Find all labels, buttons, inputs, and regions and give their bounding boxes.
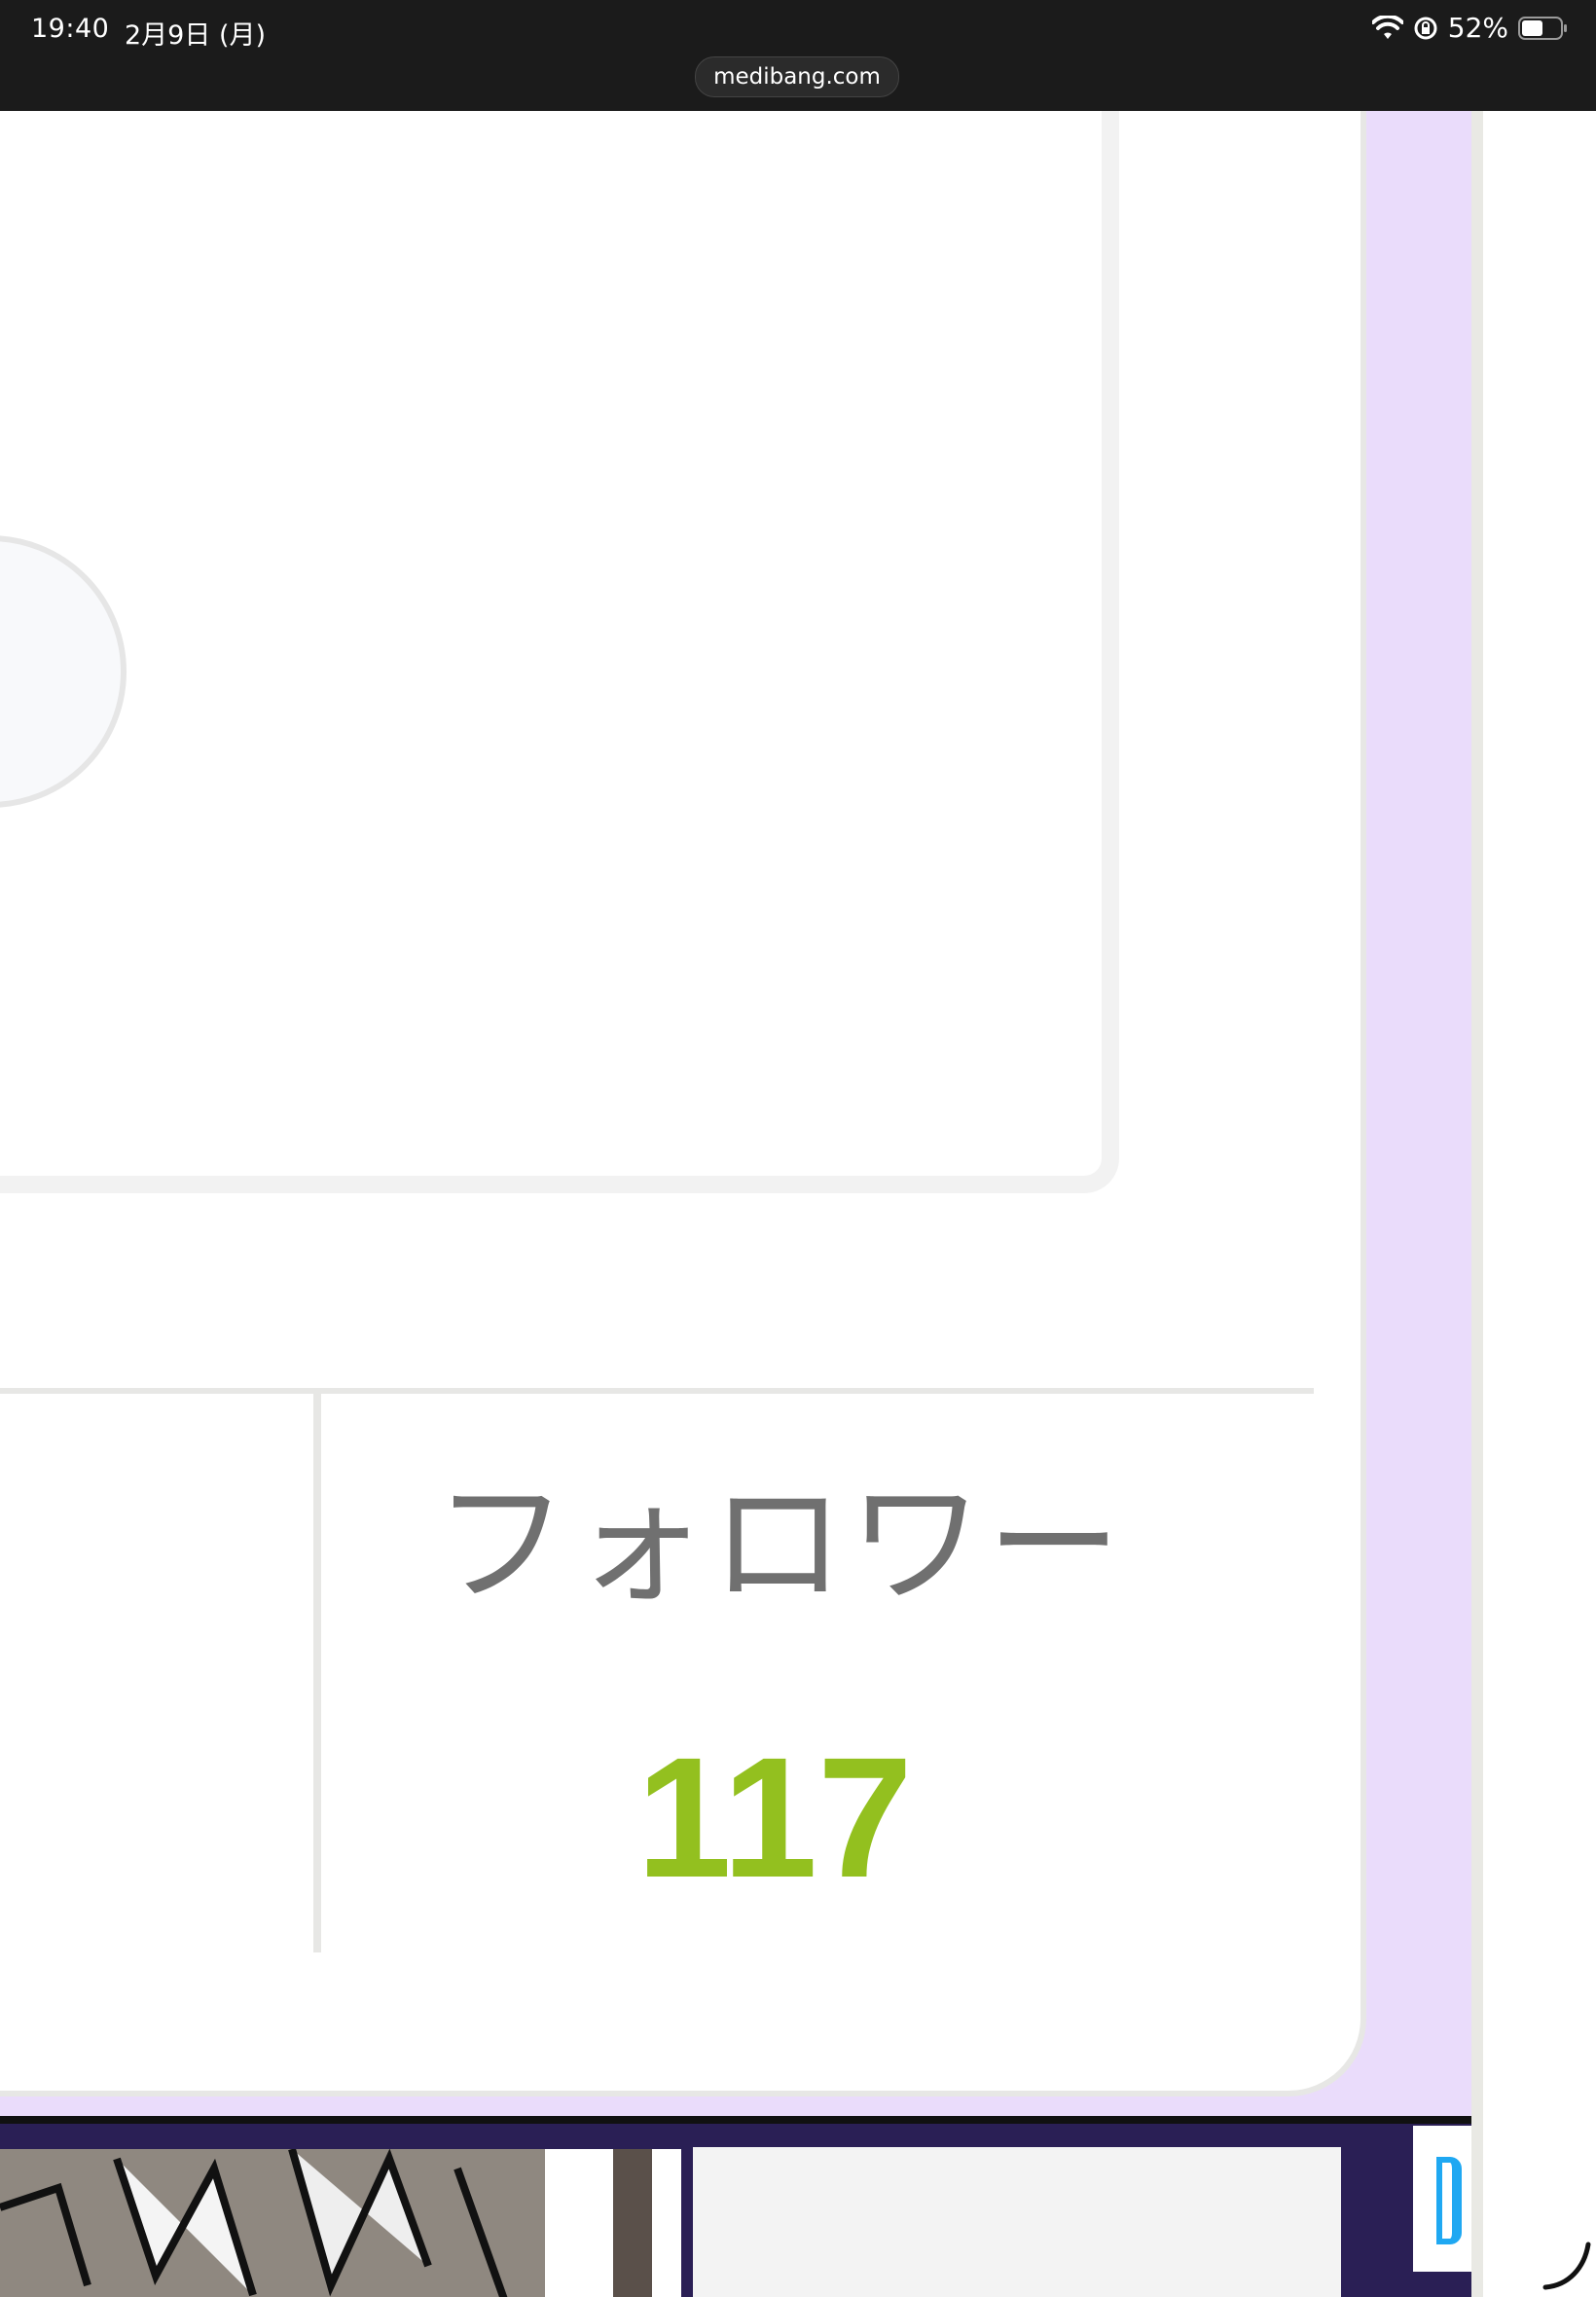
status-time: 19:40 bbox=[31, 14, 110, 44]
status-indicators: 52% bbox=[1371, 12, 1569, 44]
battery-percentage: 52% bbox=[1447, 12, 1508, 44]
lock-rotation-icon bbox=[1413, 16, 1438, 41]
scroll-gutter bbox=[1471, 111, 1483, 2297]
status-date: 2月9日 (月) bbox=[125, 20, 267, 51]
artwork-panel bbox=[693, 2147, 1341, 2297]
profile-inner-box bbox=[0, 111, 1119, 1193]
loading-arc-icon bbox=[1540, 2239, 1594, 2293]
stat-following-cell[interactable] bbox=[0, 1522, 6, 1581]
artwork-thumbnail[interactable] bbox=[0, 2116, 1471, 2297]
badge-mark bbox=[1436, 2157, 1462, 2244]
stats-divider bbox=[313, 1394, 321, 1952]
url-bar[interactable]: medibang.com bbox=[695, 56, 899, 97]
wifi-icon bbox=[1371, 15, 1403, 41]
page-content: フォロワー bbox=[0, 111, 1596, 2297]
profile-action-button[interactable] bbox=[0, 535, 127, 808]
follower-label[interactable]: フォロワー bbox=[434, 1472, 1135, 1618]
artwork-illustration bbox=[0, 2149, 681, 2297]
follower-count[interactable]: 117 bbox=[636, 1732, 913, 1904]
side-badge[interactable] bbox=[1413, 2126, 1471, 2272]
status-bar: 19:40 2月9日 (月) 52% medibang.com bbox=[0, 0, 1596, 111]
battery-icon bbox=[1518, 16, 1569, 41]
